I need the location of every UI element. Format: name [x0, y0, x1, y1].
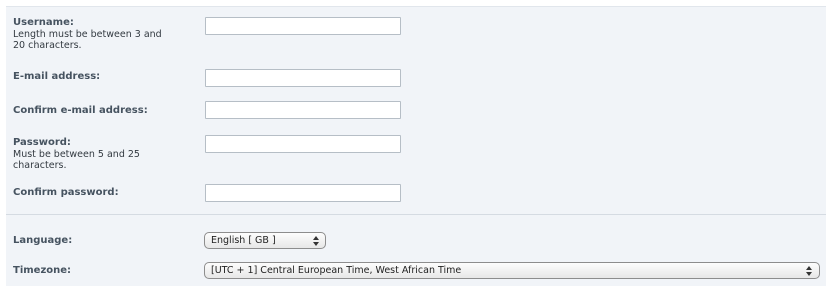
updown-arrows-icon	[313, 233, 319, 248]
registration-panel: Username: Length must be between 3 and 2…	[0, 0, 832, 286]
password-description: Must be between 5 and 25 characters.	[13, 149, 140, 171]
confirm-email-input[interactable]	[205, 101, 401, 119]
email-label: E-mail address:	[13, 71, 101, 82]
username-label: Username:	[13, 17, 74, 28]
username-description: Length must be between 3 and 20 characte…	[13, 29, 162, 51]
language-selected-value: English [ GB ]	[211, 235, 276, 246]
confirm-password-label: Confirm password:	[13, 187, 119, 198]
updown-arrows-icon	[806, 263, 812, 278]
registration-form: Username: Length must be between 3 and 2…	[6, 6, 826, 286]
language-label: Language:	[13, 235, 73, 246]
confirm-password-input[interactable]	[205, 184, 401, 202]
timezone-select[interactable]: [UTC + 1] Central European Time, West Af…	[204, 262, 820, 279]
password-input[interactable]	[205, 135, 401, 153]
confirm-email-label: Confirm e-mail address:	[13, 105, 148, 116]
section-divider	[6, 214, 826, 215]
timezone-label: Timezone:	[13, 265, 72, 276]
username-input[interactable]	[205, 17, 401, 35]
timezone-selected-value: [UTC + 1] Central European Time, West Af…	[211, 265, 462, 276]
email-input[interactable]	[205, 69, 401, 87]
language-select[interactable]: English [ GB ]	[204, 232, 326, 249]
password-label: Password:	[13, 137, 71, 148]
